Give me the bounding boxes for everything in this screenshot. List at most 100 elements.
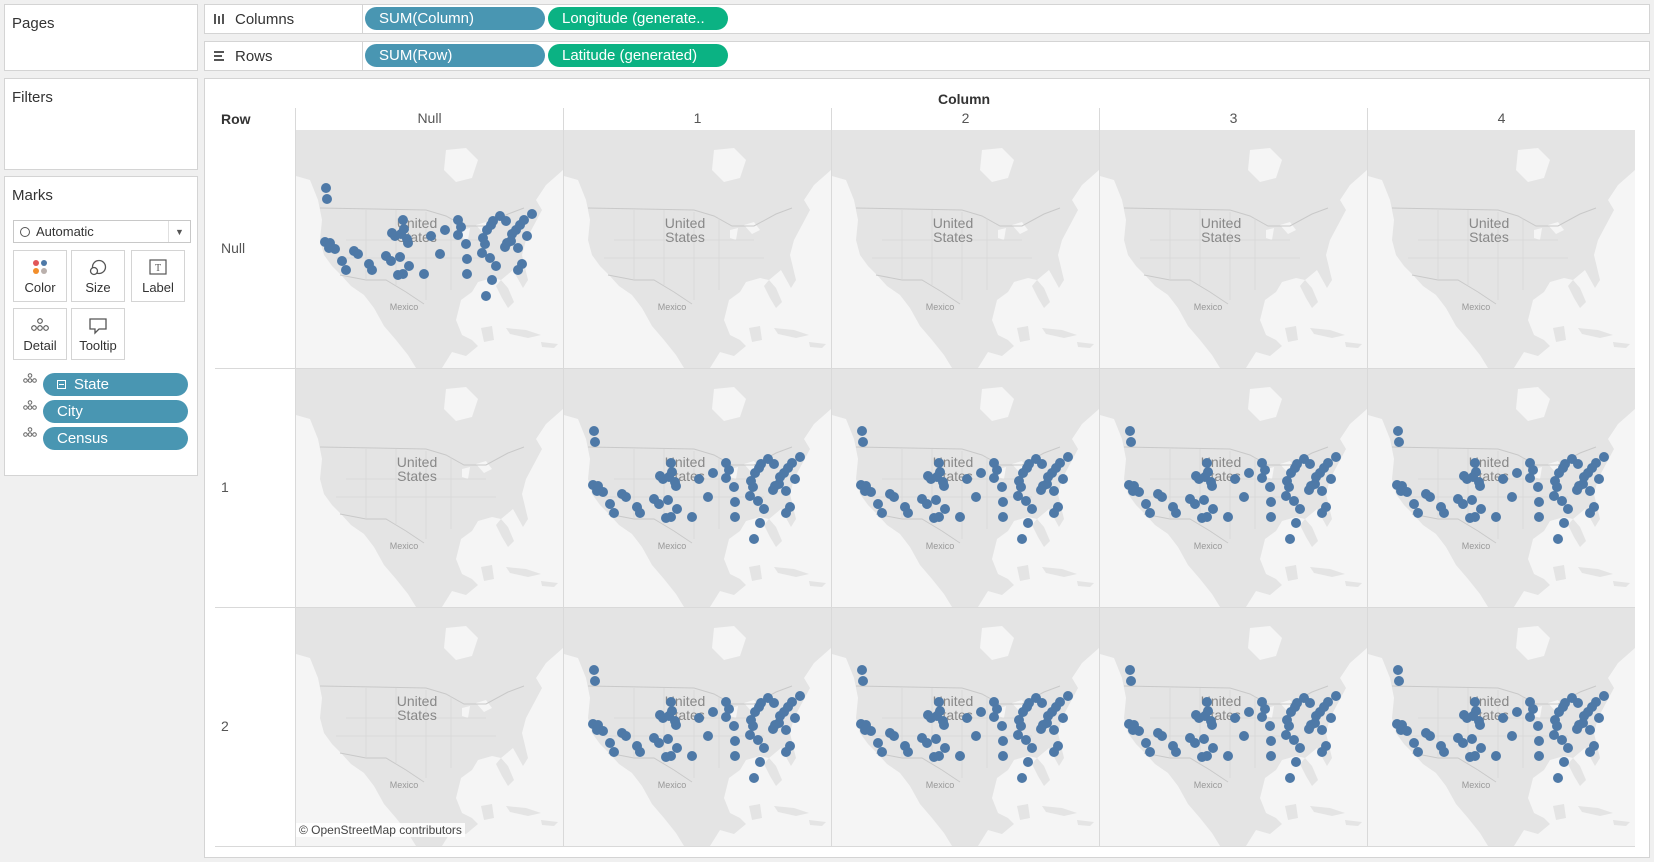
city-mark[interactable] <box>1230 713 1240 723</box>
city-mark[interactable] <box>730 497 740 507</box>
map-cell-row-null-col-1[interactable]: United States Mexico <box>564 130 831 368</box>
filters-card[interactable]: Filters <box>4 78 198 170</box>
map-cell-row-null-col-null[interactable]: United States Mexico <box>296 130 563 368</box>
city-mark[interactable] <box>1326 474 1336 484</box>
city-mark[interactable] <box>962 474 972 484</box>
city-mark[interactable] <box>729 721 739 731</box>
city-mark[interactable] <box>755 757 765 767</box>
city-mark[interactable] <box>938 716 948 726</box>
city-mark[interactable] <box>1467 495 1477 505</box>
city-mark[interactable] <box>1591 458 1601 468</box>
city-mark[interactable] <box>395 252 405 262</box>
city-mark[interactable] <box>922 499 932 509</box>
city-mark[interactable] <box>1141 738 1151 748</box>
map-cell-row-null-col-2[interactable]: United States Mexico <box>832 130 1099 368</box>
city-mark[interactable] <box>753 496 763 506</box>
city-mark[interactable] <box>1289 496 1299 506</box>
city-mark[interactable] <box>670 477 680 487</box>
city-mark[interactable] <box>1553 534 1563 544</box>
city-mark[interactable] <box>1557 735 1567 745</box>
city-mark[interactable] <box>1559 518 1569 528</box>
city-mark[interactable] <box>769 698 779 708</box>
city-mark[interactable] <box>1049 486 1059 496</box>
city-mark[interactable] <box>1331 452 1341 462</box>
map-cell-row-2-col-1[interactable]: United States Mexico <box>564 608 831 846</box>
city-mark[interactable] <box>667 467 677 477</box>
city-mark[interactable] <box>998 736 1008 746</box>
city-mark[interactable] <box>724 704 734 714</box>
city-mark[interactable] <box>749 534 759 544</box>
city-mark[interactable] <box>1557 496 1567 506</box>
city-mark[interactable] <box>1533 482 1543 492</box>
city-mark[interactable] <box>666 512 676 522</box>
map-cell-row-1-col-4[interactable]: United States Mexico <box>1368 369 1635 607</box>
collapse-box-icon[interactable] <box>57 380 66 389</box>
city-mark[interactable] <box>934 751 944 761</box>
city-mark[interactable] <box>1552 721 1562 731</box>
city-mark[interactable] <box>687 512 697 522</box>
city-mark[interactable] <box>1134 487 1144 497</box>
city-mark[interactable] <box>992 465 1002 475</box>
city-mark[interactable] <box>730 736 740 746</box>
city-mark[interactable] <box>666 751 676 761</box>
map-cell-row-1-col-2[interactable]: United States Mexico <box>832 369 1099 607</box>
city-mark[interactable] <box>1507 492 1517 502</box>
city-mark[interactable] <box>889 492 899 502</box>
city-mark[interactable] <box>605 499 615 509</box>
city-mark[interactable] <box>1326 713 1336 723</box>
city-mark[interactable] <box>1476 504 1486 514</box>
city-mark[interactable] <box>1285 534 1295 544</box>
city-mark[interactable] <box>1553 773 1563 783</box>
city-mark[interactable] <box>1323 458 1333 468</box>
city-mark[interactable] <box>322 194 332 204</box>
city-mark[interactable] <box>748 482 758 492</box>
city-mark[interactable] <box>1413 747 1423 757</box>
city-mark[interactable] <box>1266 497 1276 507</box>
city-mark[interactable] <box>1265 721 1275 731</box>
city-mark[interactable] <box>485 253 495 263</box>
city-mark[interactable] <box>1285 773 1295 783</box>
city-mark[interactable] <box>1244 707 1254 717</box>
city-mark[interactable] <box>940 504 950 514</box>
detail-pill-city[interactable]: City <box>43 400 188 423</box>
city-mark[interactable] <box>598 726 608 736</box>
city-mark[interactable] <box>934 458 944 468</box>
map-attribution[interactable]: © OpenStreetMap contributors <box>296 823 465 837</box>
city-mark[interactable] <box>1306 720 1316 730</box>
city-mark[interactable] <box>1266 736 1276 746</box>
city-mark[interactable] <box>672 504 682 514</box>
city-mark[interactable] <box>1474 477 1484 487</box>
city-mark[interactable] <box>1402 726 1412 736</box>
city-mark[interactable] <box>922 738 932 748</box>
city-mark[interactable] <box>1063 691 1073 701</box>
map-cell-row-2-col-null[interactable]: United States Mexico <box>296 608 563 846</box>
city-mark[interactable] <box>635 747 645 757</box>
city-mark[interactable] <box>1157 492 1167 502</box>
city-mark[interactable] <box>1145 508 1155 518</box>
city-mark[interactable] <box>1284 482 1294 492</box>
city-mark[interactable] <box>1599 452 1609 462</box>
city-mark[interactable] <box>1470 512 1480 522</box>
columns-pill-longitude[interactable]: Longitude (generate.. <box>548 7 728 30</box>
city-mark[interactable] <box>749 773 759 783</box>
city-mark[interactable] <box>663 495 673 505</box>
city-mark[interactable] <box>1498 474 1508 484</box>
city-mark[interactable] <box>667 706 677 716</box>
city-mark[interactable] <box>755 518 765 528</box>
city-mark[interactable] <box>903 508 913 518</box>
city-mark[interactable] <box>481 291 491 301</box>
city-mark[interactable] <box>1208 504 1218 514</box>
city-mark[interactable] <box>1203 706 1213 716</box>
city-mark[interactable] <box>419 269 429 279</box>
city-mark[interactable] <box>1190 738 1200 748</box>
city-mark[interactable] <box>519 215 529 225</box>
city-mark[interactable] <box>934 697 944 707</box>
city-mark[interactable] <box>1585 725 1595 735</box>
city-mark[interactable] <box>694 713 704 723</box>
city-mark[interactable] <box>480 239 490 249</box>
city-mark[interactable] <box>1126 437 1136 447</box>
city-mark[interactable] <box>955 751 965 761</box>
city-mark[interactable] <box>440 225 450 235</box>
city-mark[interactable] <box>1425 731 1435 741</box>
city-mark[interactable] <box>1266 512 1276 522</box>
